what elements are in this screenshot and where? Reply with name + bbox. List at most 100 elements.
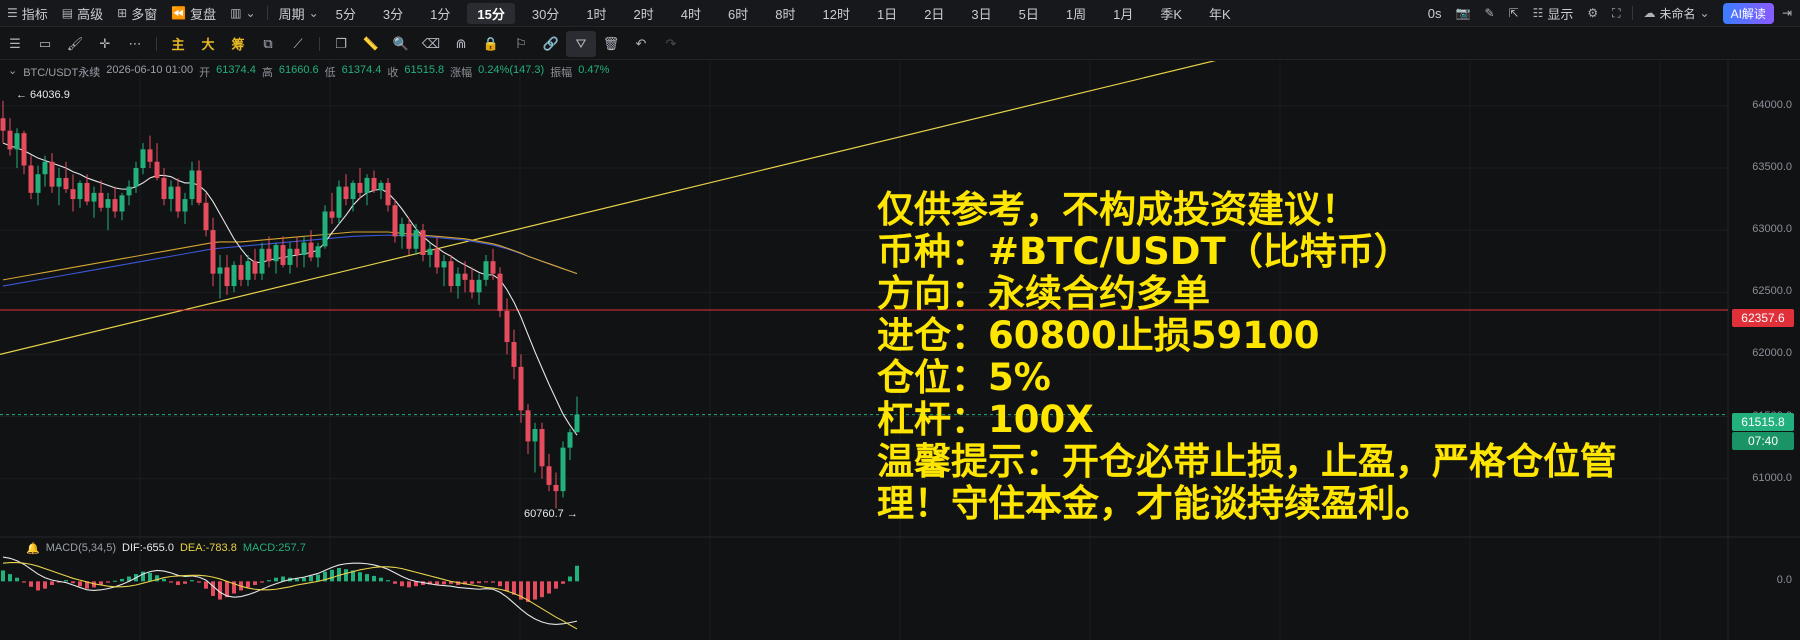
screenshot-button[interactable]: 📷 (1448, 0, 1477, 27)
candle-body (259, 248, 265, 274)
link-icon[interactable]: 🔗 (536, 31, 566, 57)
period-18[interactable]: 年K (1199, 3, 1241, 24)
candle-body (420, 230, 426, 255)
macd-histogram-bar (36, 581, 40, 591)
main-chip-button[interactable]: 主 (163, 31, 193, 57)
candle-body (406, 223, 412, 249)
crosshair-icon[interactable]: ✛ (90, 31, 120, 57)
chips-button[interactable]: 筹 (223, 31, 253, 57)
high-value: 61660.6 (278, 64, 319, 76)
toolbar-right-group: 0s 📷 ✎ ⇱ ☷ 显示 ⚙ ⛶ ☁ 未命名 ⌄ AI解读 ⇥ (1421, 0, 1800, 27)
period-4[interactable]: 30分 (522, 3, 569, 24)
brush-icon[interactable]: 🖌 (60, 31, 90, 57)
redo-icon[interactable]: ↷ (656, 31, 686, 57)
candle-body (63, 177, 69, 190)
macd-histogram-bar (393, 581, 397, 584)
macd-histogram-bar (484, 581, 488, 583)
eraser-icon[interactable]: ⌫ (416, 31, 446, 57)
period-12[interactable]: 2日 (914, 3, 954, 24)
advanced-button[interactable]: ▤ 高级 (55, 0, 110, 27)
candle-body (560, 447, 566, 492)
advice-text-overlay[interactable]: 仅供参考，不构成投资建议！ 币种：#BTC/USDT（比特币） 方向：永续合约多… (877, 189, 1637, 525)
candle-body (385, 182, 391, 206)
multi-window-button[interactable]: ⊞ 多窗 (110, 0, 164, 27)
period-17[interactable]: 季K (1150, 3, 1192, 24)
candle-body (364, 177, 370, 193)
chart-area[interactable]: ⌄ BTC/USDT永续 2026-06-10 01:00 开 61374.4 高… (0, 61, 1800, 640)
undo-icon[interactable]: ↶ (626, 31, 656, 57)
menu-icon[interactable]: ☰ (0, 31, 30, 57)
trash-icon[interactable]: 🗑 (596, 31, 626, 57)
candle-body (308, 242, 314, 258)
chart-type-dropdown[interactable]: ▥ ⌄ (223, 0, 262, 27)
rectangle-icon[interactable]: ▭ (30, 31, 60, 57)
macd-histogram-bar (470, 581, 474, 584)
grid-icon: ⊞ (117, 6, 128, 20)
legend-collapse-icon[interactable]: ⌄ (8, 64, 17, 80)
magnet-icon[interactable]: ⋒ (446, 31, 476, 57)
period-3[interactable]: 15分 (467, 2, 515, 24)
chevron-down-icon: ⌄ (245, 6, 256, 20)
candle-body (483, 261, 489, 280)
big-order-button[interactable]: 大 (193, 31, 223, 57)
candle-body (189, 170, 195, 200)
layout-dropdown[interactable]: ☁ 未命名 ⌄ (1637, 0, 1717, 27)
macd-legend: 🔔 MACD(5,34,5) DIF:-655.0 DEA:-783.8 MAC… (26, 542, 306, 555)
candle-body (357, 182, 363, 193)
ai-interpret-button[interactable]: AI解读 (1722, 2, 1774, 24)
period-10[interactable]: 12时 (812, 3, 859, 24)
period-13[interactable]: 3日 (961, 3, 1001, 24)
replay-button[interactable]: ⏪ 复盘 (164, 0, 223, 27)
level-price-tag: 62357.6 (1732, 309, 1794, 327)
period-1[interactable]: 3分 (373, 3, 413, 24)
macd-histogram-bar (190, 580, 194, 582)
macd-histogram-bar (113, 580, 117, 582)
price-axis-label: 62500.0 (1752, 285, 1792, 298)
macd-histogram-bar (162, 578, 166, 582)
ruler-icon[interactable]: 📏 (356, 31, 386, 57)
period-9[interactable]: 8时 (765, 3, 805, 24)
bell-icon[interactable]: 🔔 (26, 542, 40, 555)
period-6[interactable]: 2时 (624, 3, 664, 24)
period-2[interactable]: 1分 (420, 3, 460, 24)
period-0[interactable]: 5分 (326, 3, 366, 24)
fullscreen-button[interactable]: ⛶ (1605, 0, 1627, 27)
candle-body (567, 432, 573, 448)
period-14[interactable]: 5日 (1009, 3, 1049, 24)
chevron-down-icon: ⌄ (1699, 6, 1710, 20)
macd-histogram-bar (561, 581, 565, 584)
period-8[interactable]: 6时 (718, 3, 758, 24)
advanced-label: 高级 (77, 6, 104, 22)
period-15[interactable]: 1周 (1056, 3, 1096, 24)
candle-body (322, 211, 328, 247)
period-11[interactable]: 1日 (867, 3, 907, 24)
period-16[interactable]: 1月 (1103, 3, 1143, 24)
compare-icon[interactable]: ⧉ (253, 31, 283, 57)
period-dropdown[interactable]: 周期 ⌄ (272, 0, 326, 27)
line-tool-icon[interactable]: ⟋ (283, 31, 313, 57)
copy-icon[interactable]: ❐ (326, 31, 356, 57)
macd-dea-value: DEA:-783.8 (179, 542, 237, 554)
collapse-button[interactable]: ⇥ (1782, 0, 1800, 27)
indicators-button[interactable]: ☰ 指标 (0, 0, 55, 27)
edit-button[interactable]: ✎ (1477, 0, 1501, 27)
zoom-icon[interactable]: 🔍 (386, 31, 416, 57)
candle-body (462, 273, 468, 280)
share-button[interactable]: ⇱ (1502, 0, 1526, 27)
candle-body (504, 310, 510, 342)
settings-button[interactable]: ⚙ (1580, 0, 1605, 27)
macd-histogram-bar (358, 572, 362, 582)
candle-body (448, 261, 454, 287)
alert-icon[interactable]: ⚐ (506, 31, 536, 57)
period-7[interactable]: 4时 (671, 3, 711, 24)
macd-histogram-bar (78, 581, 82, 587)
period-5[interactable]: 1时 (576, 3, 616, 24)
current-price-tag: 61515.8 (1732, 413, 1794, 431)
filter-icon[interactable]: ⛛ (566, 30, 596, 57)
more-icon[interactable]: ⋯ (120, 31, 150, 57)
display-button[interactable]: ☷ 显示 (1526, 0, 1581, 27)
lock-icon[interactable]: 🔒 (476, 31, 506, 57)
candle-body (350, 182, 356, 200)
candle-body (245, 261, 251, 280)
macd-histogram-bar (386, 580, 390, 582)
